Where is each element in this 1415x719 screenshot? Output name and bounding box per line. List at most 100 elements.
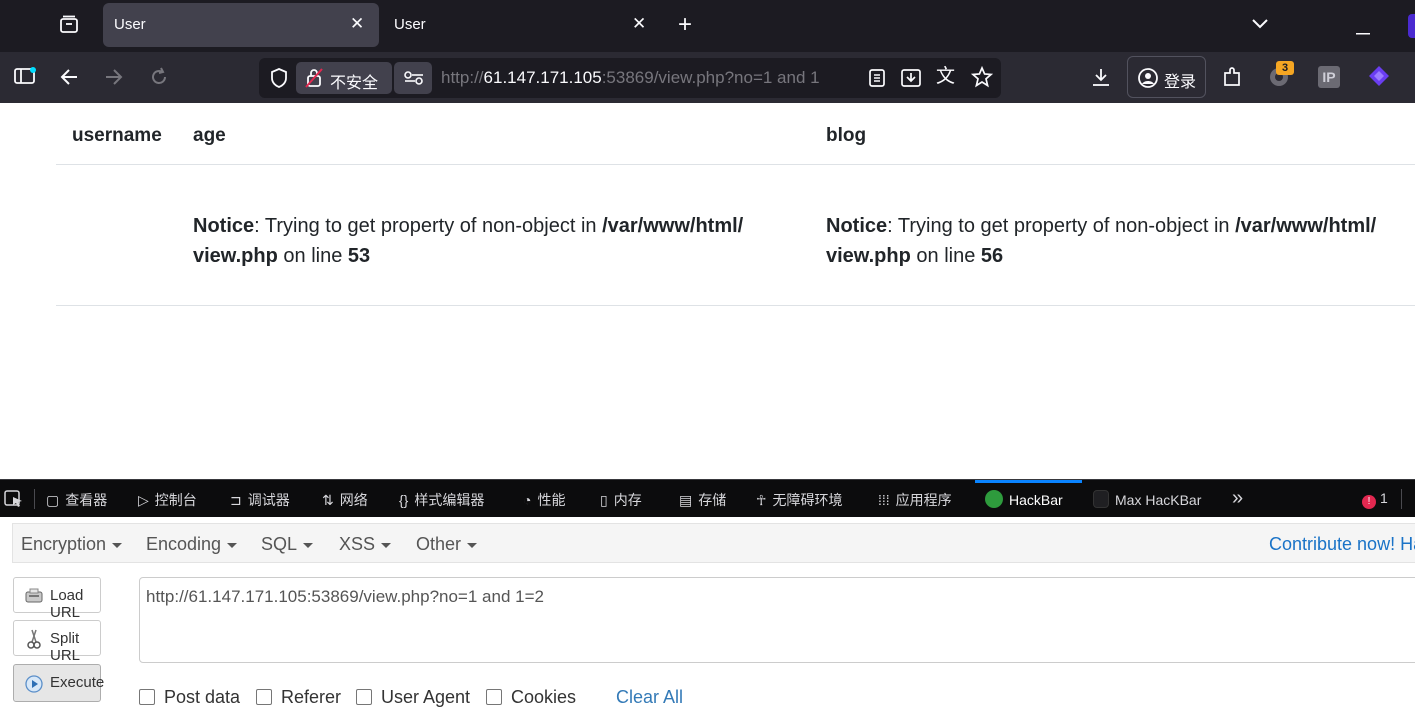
column-header-age: age <box>193 125 226 146</box>
new-tab-button[interactable]: + <box>678 13 692 37</box>
back-arrow-icon[interactable] <box>58 66 80 91</box>
devtools-tab-application[interactable]: ⁞⁞⁞ 应用程序 <box>878 490 952 510</box>
user-agent-checkbox[interactable]: User Agent <box>356 687 470 708</box>
translate-icon[interactable]: 文 <box>936 67 955 86</box>
menu-other[interactable]: Other <box>416 534 478 555</box>
devtools-tab-network[interactable]: ⇅ 网络 <box>322 490 368 510</box>
load-url-icon <box>24 586 44 606</box>
referer-checkbox[interactable]: Referer <box>256 687 341 708</box>
hackbar-menu-bar: Encryption Encoding SQL XSS Other Contri… <box>12 523 1415 563</box>
notice-age: Notice: Trying to get property of non-ob… <box>193 211 793 271</box>
memory-icon: ▯ <box>600 492 608 508</box>
post-data-checkbox[interactable]: Post data <box>139 687 240 708</box>
cookies-checkbox[interactable]: Cookies <box>486 687 576 708</box>
devtools-tab-performance[interactable]: ◔ 性能 <box>523 490 565 510</box>
load-url-button[interactable]: Load URL <box>13 577 101 621</box>
extension-count-badge: 3 <box>1276 61 1294 75</box>
devtools-tab-console[interactable]: ▷ 控制台 <box>138 490 197 510</box>
style-editor-icon: {} <box>399 492 409 508</box>
element-picker-icon[interactable] <box>4 490 24 511</box>
contribute-link[interactable]: Contribute now! Ha <box>1269 534 1415 555</box>
more-tabs-chevron-icon[interactable]: » <box>1232 487 1243 510</box>
devtools-tab-storage[interactable]: ▤ 存储 <box>679 490 726 510</box>
extensions-icon[interactable] <box>1221 65 1243 92</box>
notice-blog: Notice: Trying to get property of non-ob… <box>826 211 1415 271</box>
caret-down-icon <box>381 542 392 548</box>
account-icon <box>1137 67 1159 92</box>
tab-title: User <box>394 16 426 33</box>
notice-path: /var/www/html/ <box>1235 215 1377 237</box>
notice-label: Notice <box>826 215 888 237</box>
close-icon[interactable]: ✕ <box>350 14 364 34</box>
tab-user-active[interactable]: User ✕ <box>103 3 379 47</box>
tab-overview-icon[interactable] <box>58 14 80 39</box>
table-header-divider <box>56 164 1415 165</box>
devtools-tab-debugger[interactable]: ⊐ 调试器 <box>230 490 290 510</box>
notice-line-number: 53 <box>347 245 371 267</box>
ip-extension-icon[interactable]: IP <box>1318 66 1340 88</box>
caret-down-icon <box>467 542 478 548</box>
menu-sql[interactable]: SQL <box>261 534 314 555</box>
devtools-tab-hackbar[interactable]: HackBar <box>985 490 1063 508</box>
notice-label: Notice <box>193 215 255 237</box>
notice-on-line: on line <box>277 245 348 267</box>
purple-extension-icon[interactable] <box>1367 64 1391 91</box>
network-icon: ⇅ <box>322 492 334 508</box>
permissions-icon <box>403 70 425 89</box>
table-row-divider <box>56 305 1415 306</box>
tab-user[interactable]: User ✕ <box>383 3 659 47</box>
url-bar[interactable]: 不安全 http://61.147.171.105:53869/view.php… <box>259 58 1001 98</box>
forward-arrow-icon[interactable] <box>103 66 125 91</box>
bookmark-star-icon[interactable] <box>970 65 994 91</box>
notice-file: view.php <box>826 245 911 267</box>
tab-strip: User ✕ User ✕ + <box>0 0 1415 52</box>
devtools-tab-style-editor[interactable]: {} 样式编辑器 <box>399 490 484 510</box>
debugger-icon: ⊐ <box>230 492 242 508</box>
caret-down-icon <box>303 542 314 548</box>
close-icon[interactable]: ✕ <box>632 14 646 34</box>
downloads-icon[interactable] <box>1090 66 1112 91</box>
sidebar-icon[interactable] <box>14 67 36 88</box>
column-header-blog: blog <box>826 125 867 146</box>
shield-icon[interactable] <box>269 67 289 92</box>
security-label: 不安全 <box>330 75 379 92</box>
accessibility-icon: ☥ <box>756 492 767 508</box>
error-icon: ! <box>1362 495 1376 509</box>
scissors-icon <box>24 629 44 649</box>
page-content: username age blog Notice: Trying to get … <box>0 103 1415 479</box>
caret-down-icon <box>112 542 123 548</box>
save-page-icon[interactable] <box>900 67 922 92</box>
menu-encoding[interactable]: Encoding <box>146 534 238 555</box>
reload-icon[interactable] <box>148 66 170 91</box>
performance-icon: ◔ <box>523 492 532 508</box>
notice-on-line: on line <box>910 245 981 267</box>
account-login-button[interactable]: 登录 <box>1127 56 1206 98</box>
login-label: 登录 <box>1164 74 1197 91</box>
max-hackbar-icon <box>1093 490 1109 508</box>
devtools-tab-max-hackbar[interactable]: Max HacKBar <box>1093 490 1201 508</box>
clear-all-link[interactable]: Clear All <box>616 687 683 708</box>
error-count[interactable]: ! 1 <box>1362 490 1388 509</box>
url-text[interactable]: http://61.147.171.105:53869/view.php?no=… <box>441 68 855 88</box>
menu-encryption[interactable]: Encryption <box>21 534 123 555</box>
devtools-tab-memory[interactable]: ▯ 内存 <box>600 490 642 510</box>
security-indicator[interactable]: 不安全 <box>296 62 392 94</box>
column-header-username: username <box>72 125 162 146</box>
devtools-tab-inspector[interactable]: ▢ 查看器 <box>46 490 107 510</box>
minimize-icon[interactable] <box>1356 20 1370 38</box>
inspector-icon: ▢ <box>46 492 60 508</box>
url-textarea[interactable]: http://61.147.171.105:53869/view.php?no=… <box>139 577 1415 663</box>
chevron-down-icon[interactable] <box>1250 16 1270 34</box>
console-icon: ▷ <box>138 492 149 508</box>
hackbar-panel: Encryption Encoding SQL XSS Other Contri… <box>0 517 1415 719</box>
url-path: :53869/view.php?no=1 and 1 <box>601 68 820 87</box>
caret-down-icon <box>227 542 238 548</box>
devtools-toolbar: ▢ 查看器 ▷ 控制台 ⊐ 调试器 ⇅ 网络 {} 样式编辑器 ◔ 性能 ▯ 内存 ▤ 存储 ☥… <box>0 479 1415 517</box>
menu-xss[interactable]: XSS <box>339 534 392 555</box>
execute-button[interactable]: Execute <box>13 664 104 702</box>
split-url-button[interactable]: Split URL <box>13 620 101 664</box>
reader-view-icon[interactable] <box>868 68 886 91</box>
permissions-button[interactable] <box>394 62 432 94</box>
active-tab-indicator <box>975 480 1082 483</box>
devtools-tab-accessibility[interactable]: ☥ 无障碍环境 <box>756 490 842 510</box>
